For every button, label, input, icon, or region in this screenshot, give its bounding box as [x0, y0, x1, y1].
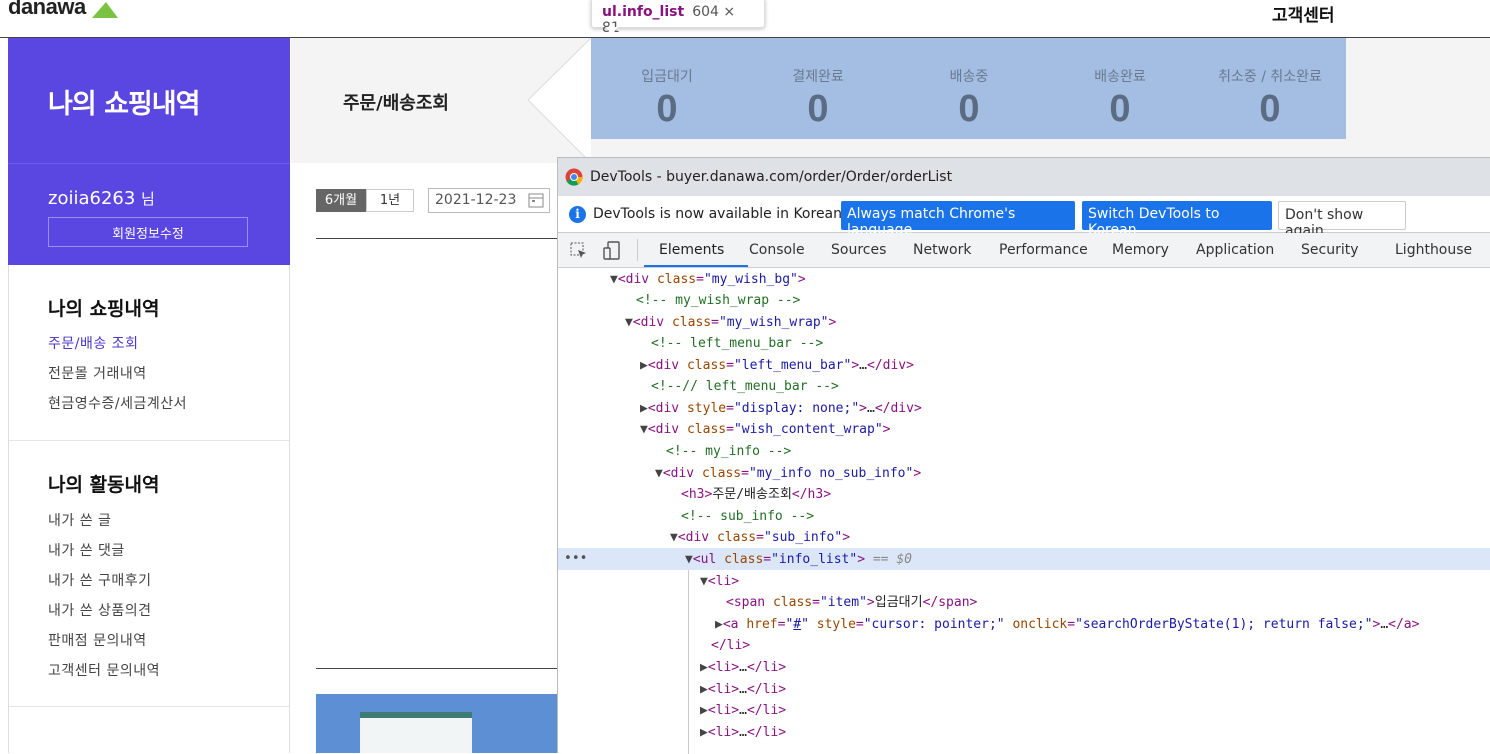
inspect-tooltip: ul.info_list604 × 81: [591, 0, 765, 36]
indent-guide: [688, 570, 689, 754]
tooltip-tail: [606, 27, 618, 35]
tab-lighthouse[interactable]: Lighthouse: [1395, 242, 1472, 258]
menu-cash-receipt[interactable]: 현금영수증/세금계산서: [48, 393, 187, 413]
dom-node[interactable]: ▼<div class="sub_info">: [670, 527, 850, 548]
filter-divider: [316, 238, 558, 239]
tab-memory[interactable]: Memory: [1112, 242, 1169, 258]
tab-application[interactable]: Application: [1196, 242, 1274, 258]
sidebar-title: 나의 쇼핑내역: [48, 89, 200, 120]
dom-node[interactable]: ▶<a href="#" style="cursor: pointer;" on…: [715, 614, 1419, 635]
menu-my-posts[interactable]: 내가 쓴 글: [48, 510, 111, 530]
menu-my-comments[interactable]: 내가 쓴 댓글: [48, 540, 125, 560]
edit-profile-button[interactable]: 회원정보수정: [48, 217, 248, 247]
user-box: zoiia6263 님 회원정보수정: [8, 163, 290, 265]
dom-node[interactable]: ▼<div class="my_wish_wrap">: [625, 312, 836, 333]
dom-comment[interactable]: <!-- sub_info -->: [681, 506, 814, 527]
list-divider: [316, 668, 558, 669]
dom-comment[interactable]: <!-- left_menu_bar -->: [651, 333, 823, 354]
always-match-language-button[interactable]: Always match Chrome's language: [841, 201, 1075, 238]
switch-to-korean-button[interactable]: Switch DevTools to Korean: [1082, 201, 1272, 238]
dom-comment[interactable]: <!--// left_menu_bar -->: [651, 376, 839, 397]
device-toolbar-icon[interactable]: [602, 241, 622, 261]
dom-node[interactable]: ▶<li>…</li>: [700, 679, 786, 700]
chrome-icon: [565, 168, 583, 186]
dom-node[interactable]: ▼<div class="my_info no_sub_info">: [655, 463, 921, 484]
section-shopping-title: 나의 쇼핑내역: [48, 298, 160, 320]
menu-my-reviews[interactable]: 내가 쓴 구매후기: [48, 570, 152, 590]
info-list: 입금대기 0 결제완료 0 배송중 0 배송완료 0 취소중 / 취소완료 0: [591, 38, 1346, 139]
sidebar-divider: [9, 706, 289, 707]
tab-elements[interactable]: Elements: [659, 242, 724, 258]
dom-node[interactable]: ▼<div class="my_wish_bg">: [610, 269, 806, 290]
dom-node[interactable]: ▼<div class="wish_content_wrap">: [640, 419, 890, 440]
filter-1-year-button[interactable]: 1년: [366, 189, 414, 212]
page-title: 주문/배송조회: [343, 93, 449, 114]
dom-node[interactable]: ▼<li>: [700, 571, 739, 592]
tab-network[interactable]: Network: [913, 242, 971, 258]
spreadsheet-illustration: [360, 712, 472, 753]
dom-node[interactable]: ▶<li>…</li>: [700, 657, 786, 678]
sidebar-header: 나의 쇼핑내역: [8, 38, 290, 163]
menu-cs-inquiries[interactable]: 고객센터 문의내역: [48, 660, 160, 680]
elements-tree: ••• ▼<div class="my_wish_bg"> <!-- my_wi…: [558, 269, 1490, 754]
toolbar-separator: [637, 239, 638, 261]
dont-show-again-button[interactable]: Don't show again: [1278, 201, 1406, 239]
dom-node[interactable]: ▶<div class="left_menu_bar">…</div>: [640, 355, 914, 376]
menu-specialty-transactions[interactable]: 전문몰 거래내역: [48, 363, 147, 383]
filter-6-months-button[interactable]: 6개월: [316, 189, 366, 212]
breadcrumb-arrow: [528, 38, 594, 163]
devtools-window: DevTools - buyer.danawa.com/order/Order/…: [557, 157, 1490, 754]
dom-node[interactable]: </li>: [711, 635, 750, 656]
calendar-icon[interactable]: [528, 192, 544, 208]
sidebar-divider: [9, 440, 289, 441]
devtools-tabbar: Elements Console Sources Network Perform…: [558, 233, 1490, 268]
devtools-titlebar: DevTools - buyer.danawa.com/order/Order/…: [558, 158, 1490, 196]
infobar-message: DevTools is now available in Korean!: [593, 206, 848, 222]
dom-node-selected[interactable]: ▼<ul class="info_list"> == $0: [685, 549, 912, 570]
dom-node[interactable]: <h3>주문/배송조회</h3>: [681, 484, 831, 505]
dom-comment[interactable]: <!-- my_wish_wrap -->: [636, 290, 800, 311]
dom-comment[interactable]: <!-- my_info -->: [666, 441, 791, 462]
tab-security[interactable]: Security: [1301, 242, 1359, 258]
customer-center-link[interactable]: 고객센터: [1272, 1, 1335, 26]
menu-my-opinions[interactable]: 내가 쓴 상품의견: [48, 600, 152, 620]
dom-node[interactable]: ▶<div style="display: none;">…</div>: [640, 398, 922, 419]
devtools-title: DevTools - buyer.danawa.com/order/Order/…: [590, 169, 953, 185]
tooltip-selector: ul.info_list: [602, 4, 685, 20]
section-activity-title: 나의 활동내역: [48, 474, 160, 496]
language-infobar: i DevTools is now available in Korean! A…: [558, 196, 1490, 239]
tab-performance[interactable]: Performance: [999, 242, 1088, 258]
element-picker-icon[interactable]: [570, 242, 588, 260]
logo-swoosh-icon: [92, 2, 118, 18]
tab-sources[interactable]: Sources: [831, 242, 886, 258]
menu-seller-inquiries[interactable]: 판매점 문의내역: [48, 630, 147, 650]
danawa-logo[interactable]: danawa: [8, 0, 86, 20]
dom-node[interactable]: <span class="item">입금대기</span>: [726, 592, 977, 613]
info-icon: i: [569, 206, 586, 223]
tab-console[interactable]: Console: [749, 242, 805, 258]
empty-list-banner: [316, 694, 558, 753]
username: zoiia6263 님: [48, 188, 155, 209]
active-tab-indicator: [644, 265, 748, 267]
dom-node[interactable]: ▶<li>…</li>: [700, 722, 786, 743]
menu-order-tracking[interactable]: 주문/배송 조회: [48, 333, 138, 353]
node-actions-icon[interactable]: •••: [564, 548, 587, 570]
dom-node[interactable]: ▶<li>…</li>: [700, 700, 786, 721]
